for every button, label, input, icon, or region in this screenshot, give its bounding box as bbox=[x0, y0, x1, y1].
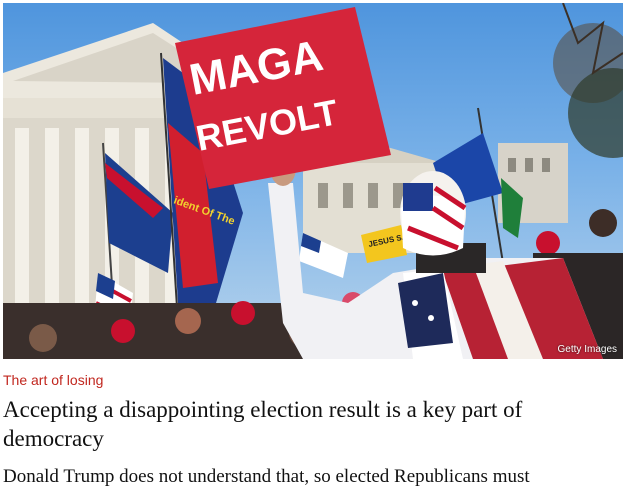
article-standfirst: Donald Trump does not understand that, s… bbox=[3, 466, 530, 487]
tree bbox=[553, 3, 623, 158]
photo-credit: Getty Images bbox=[557, 344, 617, 355]
article-photo[interactable]: ident Of The JESUS SAVES MAGA REVOLT Get… bbox=[3, 3, 623, 359]
article-kicker[interactable]: The art of losing bbox=[3, 372, 103, 388]
article-headline[interactable]: Accepting a disappointing election resul… bbox=[3, 395, 621, 453]
protest-scene: ident Of The JESUS SAVES MAGA REVOLT bbox=[3, 3, 623, 359]
